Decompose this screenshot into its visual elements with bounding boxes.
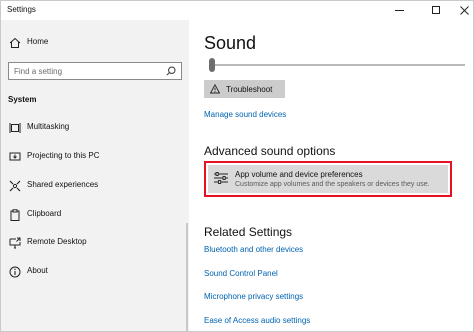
maximize-icon bbox=[432, 6, 440, 14]
sidebar-item-label: Shared experiences bbox=[27, 180, 99, 189]
search-input[interactable] bbox=[14, 65, 164, 77]
sidebar-scrollbar[interactable] bbox=[186, 223, 188, 331]
sidebar-item-label: Clipboard bbox=[27, 209, 62, 218]
troubleshoot-button[interactable]: Troubleshoot bbox=[204, 80, 285, 98]
sliders-icon bbox=[214, 172, 228, 184]
app-volume-subtitle: Customize app volumes and the speakers o… bbox=[235, 181, 430, 188]
troubleshoot-label: Troubleshoot bbox=[226, 85, 273, 94]
volume-slider-thumb[interactable] bbox=[209, 58, 215, 72]
projecting-icon bbox=[9, 152, 21, 161]
ease-of-access-audio-link[interactable]: Ease of Access audio settings bbox=[204, 316, 310, 325]
microphone-privacy-link[interactable]: Microphone privacy settings bbox=[204, 292, 303, 301]
minimize-button[interactable] bbox=[385, 2, 413, 18]
shared-experiences-icon bbox=[9, 180, 21, 192]
sidebar: Home System Multitasking Projecting to t… bbox=[1, 20, 189, 331]
sidebar-item-label: Multitasking bbox=[27, 122, 70, 131]
maximize-button[interactable] bbox=[422, 2, 450, 18]
sidebar-item-label: Projecting to this PC bbox=[27, 151, 100, 160]
sidebar-item-shared-experiences[interactable]: Shared experiences bbox=[1, 175, 189, 197]
minimize-icon bbox=[394, 9, 404, 11]
section-header-system: System bbox=[8, 95, 37, 104]
sidebar-item-projecting[interactable]: Projecting to this PC bbox=[1, 146, 189, 168]
sidebar-item-label: Home bbox=[27, 37, 49, 46]
app-volume-highlight: App volume and device preferences Custom… bbox=[204, 161, 452, 197]
close-button[interactable] bbox=[450, 2, 473, 18]
sidebar-item-label: Remote Desktop bbox=[27, 237, 87, 246]
sidebar-item-home[interactable]: Home bbox=[1, 32, 189, 54]
clipboard-icon bbox=[10, 209, 20, 221]
warning-icon bbox=[210, 84, 220, 94]
related-settings-heading: Related Settings bbox=[204, 225, 293, 239]
sidebar-item-remote-desktop[interactable]: Remote Desktop bbox=[1, 232, 189, 254]
close-icon bbox=[459, 5, 469, 15]
search-box[interactable] bbox=[8, 62, 182, 80]
bluetooth-devices-link[interactable]: Bluetooth and other devices bbox=[204, 245, 303, 254]
sidebar-item-about[interactable]: About bbox=[1, 261, 189, 283]
sidebar-item-label: About bbox=[27, 266, 48, 275]
sidebar-item-clipboard[interactable]: Clipboard bbox=[1, 204, 189, 226]
multitasking-icon bbox=[9, 123, 21, 133]
app-volume-title: App volume and device preferences bbox=[235, 170, 363, 179]
volume-slider[interactable] bbox=[213, 64, 465, 66]
main-content: Sound Troubleshoot Manage sound devices … bbox=[189, 20, 473, 331]
remote-desktop-icon bbox=[9, 237, 21, 249]
sound-control-panel-link[interactable]: Sound Control Panel bbox=[204, 269, 278, 278]
info-icon bbox=[9, 266, 21, 278]
manage-sound-devices-link[interactable]: Manage sound devices bbox=[204, 110, 286, 119]
page-title: Sound bbox=[204, 33, 257, 53]
advanced-sound-options-heading: Advanced sound options bbox=[204, 144, 336, 158]
home-icon bbox=[9, 37, 21, 48]
window-title: Settings bbox=[7, 5, 36, 14]
app-volume-preferences-item[interactable]: App volume and device preferences Custom… bbox=[208, 165, 448, 193]
sidebar-item-multitasking[interactable]: Multitasking bbox=[1, 117, 189, 139]
title-bar: Settings bbox=[1, 1, 473, 20]
settings-window: Settings Home System Multitasking Projec… bbox=[0, 0, 474, 332]
search-icon bbox=[166, 66, 176, 76]
